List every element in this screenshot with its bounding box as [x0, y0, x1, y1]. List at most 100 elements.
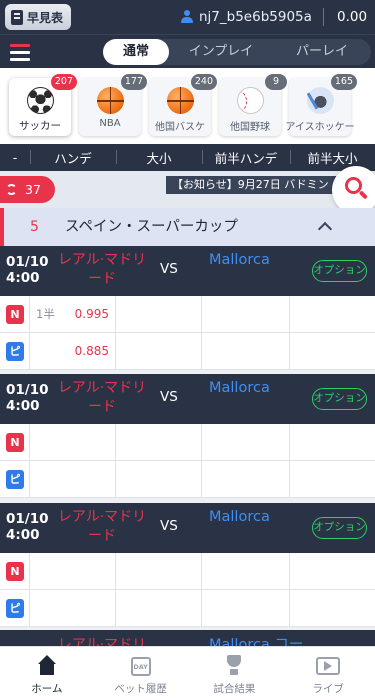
- odds-cell[interactable]: [30, 461, 116, 498]
- odds-cell[interactable]: [116, 590, 202, 627]
- sport-nba[interactable]: NBA 177: [79, 74, 147, 136]
- column-header: 大小: [116, 148, 202, 167]
- mode-tabs: 通常 インプレイ パーレイ: [103, 39, 371, 65]
- odds-cell[interactable]: 1半 0.995: [30, 296, 116, 333]
- match-header: 01/10 4:00 レアル·マドリード VS Mallorca オプション: [0, 503, 375, 553]
- odds-cell[interactable]: [116, 296, 202, 333]
- sport-other-basketball[interactable]: 他国バスケ 240: [149, 74, 217, 136]
- odds-cell[interactable]: [290, 296, 375, 333]
- odds-cell[interactable]: [202, 461, 290, 498]
- hockey-icon: [306, 87, 334, 114]
- odds-cell[interactable]: [290, 590, 375, 627]
- odds-cell[interactable]: [202, 553, 290, 590]
- column-header: ハンデ: [30, 148, 116, 167]
- header-divider: [323, 8, 324, 26]
- user-icon: [181, 10, 193, 24]
- nav-results[interactable]: 試合結果: [188, 647, 282, 700]
- odds-row: ピ 0.885: [0, 333, 375, 370]
- odds-cell[interactable]: [116, 424, 202, 461]
- match-header: 01/10 4:00 レアル·マドリード VS Mallorca オプション: [0, 246, 375, 296]
- match-time: 01/10 4:00: [6, 511, 49, 543]
- odds-cell[interactable]: [202, 296, 290, 333]
- sport-other-baseball[interactable]: 他国野球 9: [219, 74, 287, 136]
- sport-ice-hockey[interactable]: アイスホッケー 165: [285, 74, 357, 136]
- league-count: 5: [30, 219, 39, 235]
- balance: 0.00: [337, 9, 368, 25]
- odds-cell[interactable]: 0.885: [30, 333, 116, 370]
- odds-cell[interactable]: [290, 333, 375, 370]
- column-header: 前半ハンデ: [202, 148, 290, 167]
- tab-normal[interactable]: 通常: [103, 39, 169, 65]
- calendar-icon: [130, 657, 151, 676]
- option-button[interactable]: オプション: [312, 517, 367, 539]
- option-button[interactable]: オプション: [312, 260, 367, 282]
- league-name: スペイン・スーパーカップ: [65, 219, 238, 235]
- handicap-line: 1半: [36, 307, 55, 321]
- away-team: Mallorca: [209, 380, 270, 396]
- tag-pi: ピ: [6, 342, 24, 361]
- odds-cell[interactable]: [116, 553, 202, 590]
- schedule-button[interactable]: 早見表: [5, 4, 72, 30]
- book-icon: [11, 9, 23, 25]
- nav-label: ライブ: [312, 683, 344, 695]
- odds-cell[interactable]: [116, 461, 202, 498]
- match-block: 01/10 4:00 レアル·マドリード VS Mallorca オプション N …: [0, 246, 375, 370]
- basketball-icon: [166, 87, 194, 114]
- username: nj7_b5e6b5905a: [199, 9, 312, 25]
- tab-parlay[interactable]: パーレイ: [273, 39, 371, 65]
- odds-row: N: [0, 424, 375, 461]
- sport-count: 9: [265, 74, 287, 90]
- sport-label: NBA: [99, 118, 121, 129]
- sport-soccer[interactable]: サッカー 207: [9, 74, 77, 136]
- notice-row: 37 【お知らせ】9月27日 バドミン: [0, 171, 375, 208]
- user-account[interactable]: nj7_b5e6b5905a: [181, 0, 312, 34]
- nav-live[interactable]: ライブ: [281, 647, 375, 700]
- odds-cell[interactable]: [30, 590, 116, 627]
- odds-cell[interactable]: [202, 590, 290, 627]
- tab-inplay[interactable]: インプレイ: [169, 39, 273, 65]
- home-team: レアル·マドリード: [57, 252, 147, 287]
- vs-label: VS: [160, 261, 178, 277]
- sport-count: 207: [50, 74, 77, 90]
- league-header[interactable]: 5 スペイン・スーパーカップ: [0, 208, 375, 246]
- odds-cell[interactable]: [290, 424, 375, 461]
- nav-bet-history[interactable]: ベット履歴: [94, 647, 188, 700]
- odds-cell[interactable]: [290, 461, 375, 498]
- nav-home[interactable]: ホーム: [0, 647, 94, 700]
- nav-label: ホーム: [31, 683, 63, 695]
- column-header: 前半大小: [290, 148, 375, 167]
- top-bar: 早見表 nj7_b5e6b5905a 0.00: [0, 0, 375, 34]
- schedule-label: 早見表: [27, 10, 64, 25]
- vs-label: VS: [160, 518, 178, 534]
- vs-label: VS: [160, 389, 178, 405]
- refresh-button[interactable]: 37: [0, 176, 55, 203]
- search-button[interactable]: [332, 166, 375, 214]
- match-time: 01/10 4:00: [6, 382, 49, 414]
- home-team: レアル·マドリード: [57, 509, 147, 544]
- odds-cell[interactable]: [202, 424, 290, 461]
- basketball-icon: [96, 87, 124, 114]
- sport-label: 他国野球: [230, 122, 270, 133]
- trophy-icon: [223, 655, 245, 677]
- sport-count: 177: [120, 74, 147, 90]
- chevron-up-icon[interactable]: [317, 221, 333, 237]
- live-count: 37: [25, 182, 41, 197]
- odds-cell[interactable]: [30, 424, 116, 461]
- column-header: -: [12, 150, 18, 165]
- home-icon: [36, 655, 58, 677]
- sport-label: 他国バスケ: [155, 122, 205, 133]
- nav-label: ベット履歴: [114, 683, 167, 695]
- nav-label: 試合結果: [213, 683, 256, 695]
- sport-count: 165: [330, 74, 357, 90]
- odds-cell[interactable]: [202, 333, 290, 370]
- odds-cell[interactable]: [290, 553, 375, 590]
- sport-label: サッカー: [19, 120, 61, 132]
- away-team: Mallorca: [209, 509, 270, 525]
- tag-pi: ピ: [6, 470, 24, 489]
- option-button[interactable]: オプション: [312, 388, 367, 410]
- odds-cell[interactable]: [30, 553, 116, 590]
- odds-cell[interactable]: [116, 333, 202, 370]
- market-columns: - ハンデ 大小 前半ハンデ 前半大小: [0, 144, 375, 171]
- menu-icon[interactable]: [10, 42, 30, 62]
- away-team: Mallorca: [209, 252, 270, 268]
